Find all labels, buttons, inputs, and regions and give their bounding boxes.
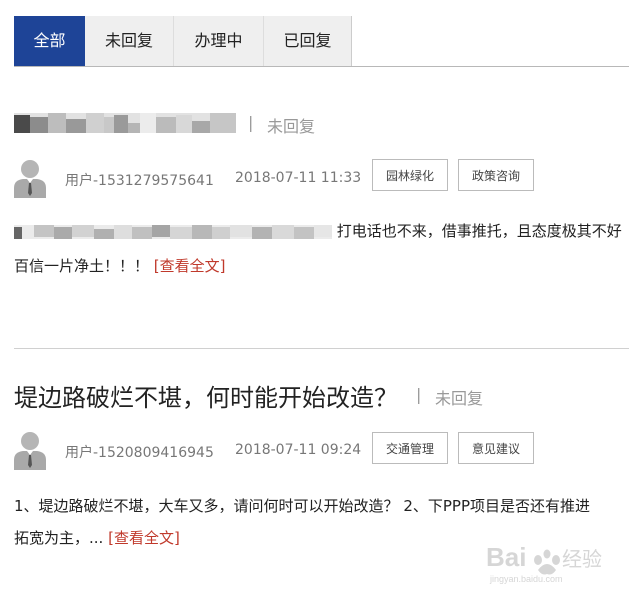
- svg-text:经验: 经验: [562, 547, 602, 571]
- status-separator: |: [248, 113, 254, 132]
- post-title[interactable]: [14, 106, 236, 135]
- tab-all[interactable]: 全部: [14, 16, 85, 66]
- user-name[interactable]: 用户-1520809416945: [65, 442, 214, 462]
- excerpt-line2: 拓宽为主，...: [14, 529, 104, 547]
- avatar-icon: [14, 160, 46, 198]
- avatar-icon: [14, 432, 46, 470]
- tag-type[interactable]: 政策咨询: [458, 159, 535, 191]
- blurred-text-image: [14, 224, 332, 239]
- svg-text:jingyan.baidu.com: jingyan.baidu.com: [489, 574, 563, 584]
- status-label: 未回复: [435, 389, 484, 408]
- blurred-title-image: [14, 113, 236, 133]
- baidu-watermark-logo: Bai 经验 jingyan.baidu.com: [486, 542, 602, 584]
- tag-category[interactable]: 园林绿化: [372, 159, 449, 191]
- tag-type[interactable]: 意见建议: [458, 432, 535, 464]
- post-time: 2018-07-11 09:24: [235, 442, 362, 458]
- tag-category[interactable]: 交通管理: [372, 432, 449, 464]
- status-separator: |: [416, 385, 422, 404]
- read-more-link[interactable]: [查看全文]: [154, 257, 226, 275]
- excerpt-line1: 打电话也不来，借事推托，且态度极其不好: [336, 222, 622, 240]
- read-more-link[interactable]: [查看全文]: [108, 529, 180, 547]
- filter-tabs: 全部 未回复 办理中 已回复: [14, 16, 629, 67]
- tab-processing[interactable]: 办理中: [174, 16, 264, 66]
- svg-text:Bai: Bai: [486, 542, 526, 572]
- tab-unreplied[interactable]: 未回复: [85, 16, 174, 66]
- excerpt-line1: 1、堤边路破烂不堪，大车又多，请问何时可以开始改造？ 2、下PPP项目是否还有推…: [14, 497, 590, 515]
- post-excerpt: 1、堤边路破烂不堪，大车又多，请问何时可以开始改造？ 2、下PPP项目是否还有推…: [14, 495, 629, 516]
- excerpt-line2: 百信一片净土！！！: [14, 257, 150, 275]
- post-divider: [14, 348, 629, 349]
- user-name[interactable]: 用户-1531279575641: [65, 170, 214, 190]
- post-excerpt-line2: 百信一片净土！！！ [查看全文]: [14, 255, 629, 276]
- status-label: 未回复: [267, 117, 316, 136]
- post-excerpt: 打电话也不来，借事推托，且态度极其不好: [14, 220, 629, 243]
- post-title[interactable]: 堤边路破烂不堪，何时能开始改造？: [14, 378, 398, 413]
- post-time: 2018-07-11 11:33: [235, 170, 362, 186]
- tab-replied[interactable]: 已回复: [264, 16, 352, 66]
